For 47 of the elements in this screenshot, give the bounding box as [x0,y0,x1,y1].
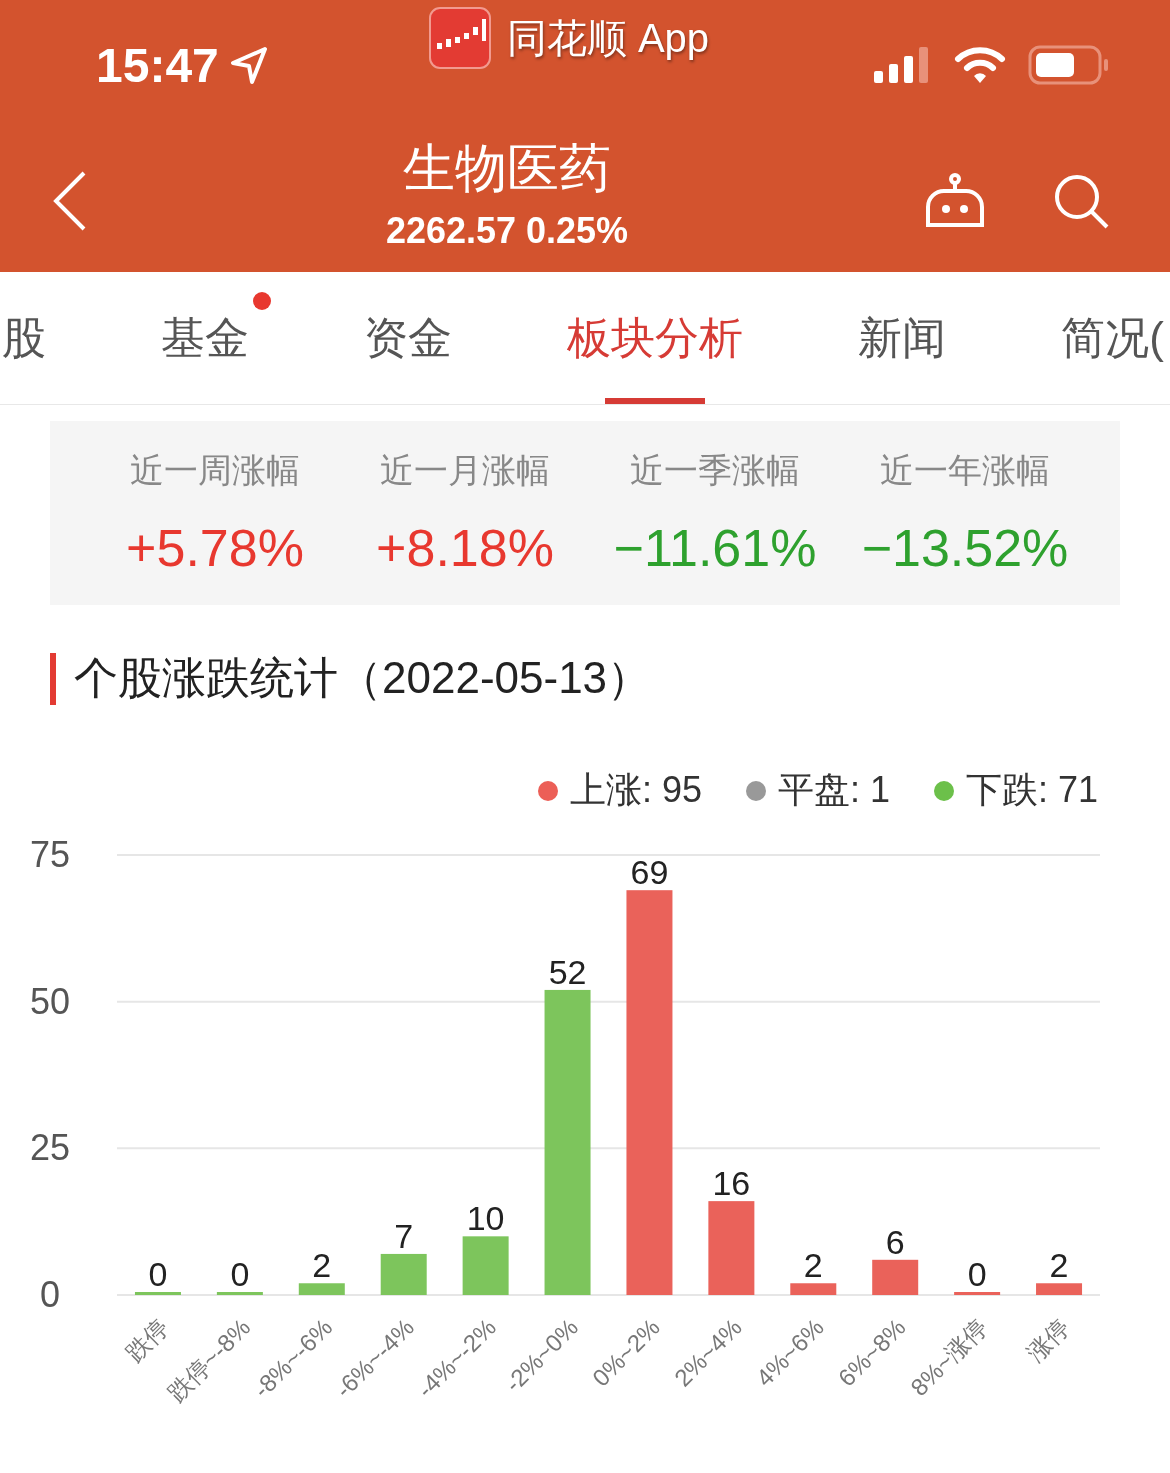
tab[interactable]: 新闻 [858,272,947,404]
tab[interactable]: 基金 [161,272,250,404]
stat-value: +8.18% [376,518,554,578]
y-tick-label: 50 [30,980,70,1022]
wifi-icon [954,45,1006,85]
stat-label: 近一周涨幅 [130,450,300,491]
stat-label: 近一月涨幅 [380,450,550,491]
location-arrow-icon [228,45,269,85]
stat-value: −11.61% [613,518,817,578]
status-time: 15:47 [96,37,219,93]
battery-icon [1028,45,1110,85]
stat-label: 近一年涨幅 [880,450,1050,491]
section-title: 个股涨跌统计（2022-05-13） [74,652,652,704]
index-quote: 2262.57 0.25% [385,210,629,252]
bar-value-label: 0 [967,1255,987,1293]
bar-value-label: 52 [548,952,587,991]
page-title: 生物医药 [403,138,611,199]
robot-icon[interactable] [924,173,986,229]
bar-value-label: 2 [1049,1246,1069,1285]
legend-label: 下跌: 71 [965,768,1098,812]
x-axis-label: 涨停 [1021,1313,1075,1367]
stat-value: +5.78% [126,518,304,578]
tab[interactable]: 板块分析 [567,272,744,404]
section-marker [50,652,56,705]
bar-value-label: 2 [312,1246,332,1285]
x-axis-label: 跌停 [120,1313,174,1367]
bar-value-label: 2 [803,1246,823,1285]
tab[interactable]: 资金 [364,272,453,404]
stat-value: −13.52% [861,518,1069,578]
search-icon[interactable] [1052,172,1110,230]
bar-value-label: 69 [630,853,669,892]
bar-value-label: 6 [885,1222,905,1261]
y-tick-label: 75 [30,835,70,875]
bar-value-label: 10 [466,1199,505,1238]
y-tick-label: 25 [30,1127,70,1169]
bar-value-label: 7 [394,1216,414,1255]
tab[interactable]: 简况( [1061,272,1164,404]
tab[interactable]: 股 [2,272,46,404]
app-title: 同花顺 App [506,14,710,62]
bar-value-label: 16 [712,1164,751,1203]
bar-value-label: 0 [230,1255,250,1293]
legend-label: 平盘: 1 [777,768,890,812]
legend-label: 上涨: 95 [569,768,702,812]
app-icon [428,7,491,69]
y-tick-label: 0 [40,1274,60,1315]
stat-label: 近一季涨幅 [630,450,800,491]
bar-value-label: 0 [148,1255,168,1293]
